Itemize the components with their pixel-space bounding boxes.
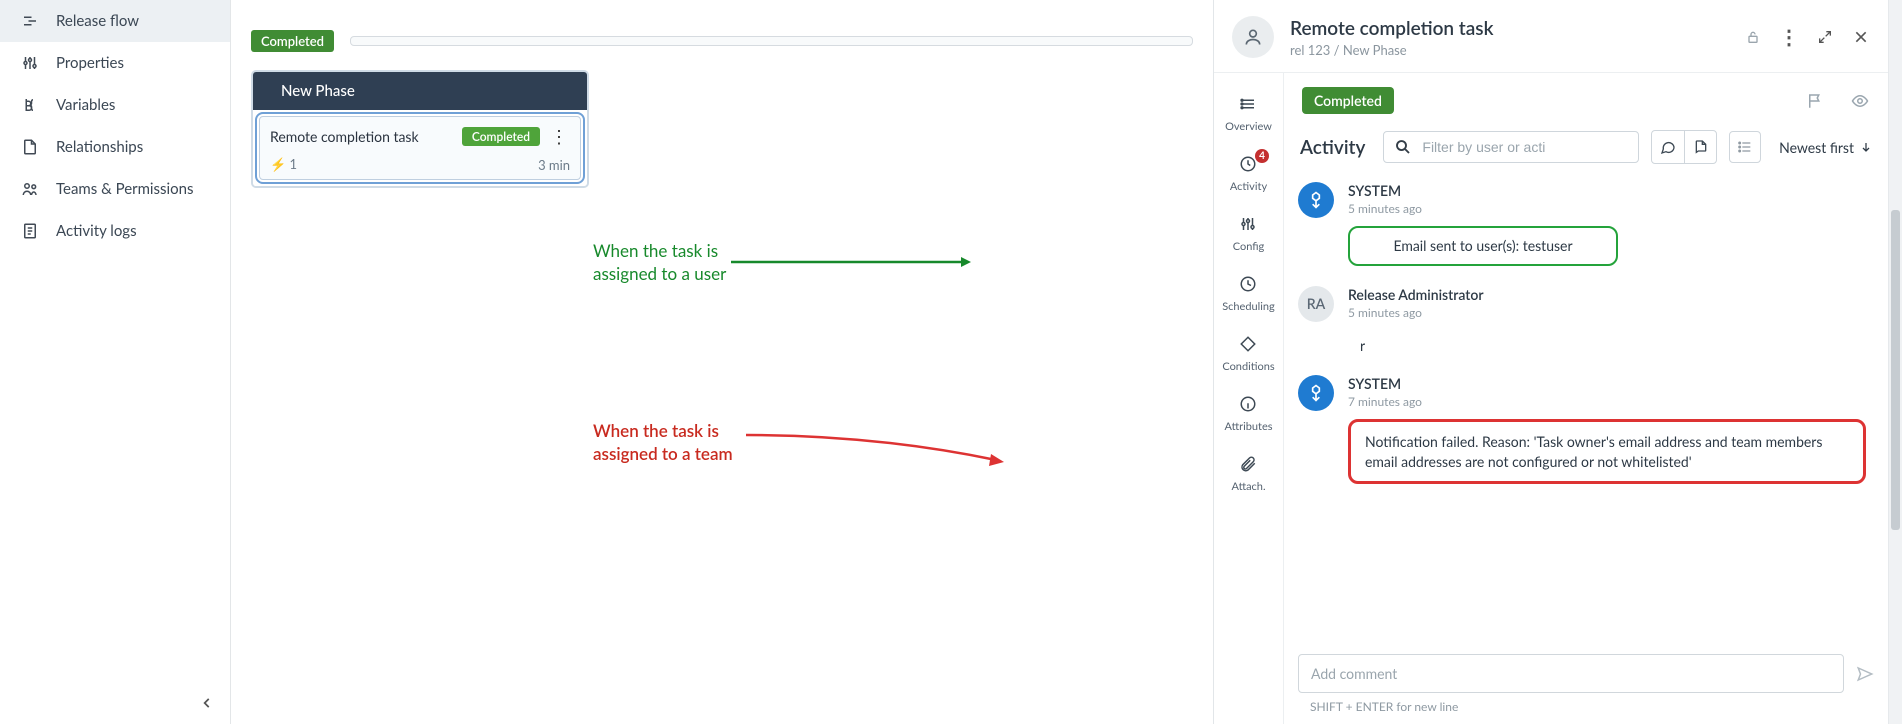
activity-item: RA Release Administrator 5 minutes ago r <box>1298 286 1866 356</box>
sidebar-item-label: Variables <box>56 96 115 114</box>
activity-item: SYSTEM 7 minutes ago Notification failed… <box>1298 375 1866 484</box>
task-card[interactable]: Remote completion task Completed ⋮ ⚡ 1 3… <box>259 116 581 180</box>
info-icon <box>1239 395 1259 415</box>
nav-attachments[interactable]: Attach. <box>1214 445 1283 505</box>
comment-input[interactable]: Add comment <box>1298 654 1844 693</box>
sidebar-collapse-toggle[interactable] <box>196 692 218 714</box>
activity-badge: 4 <box>1255 149 1269 163</box>
lock-icon[interactable] <box>1744 28 1762 46</box>
flow-icon <box>20 12 40 30</box>
activity-time: 7 minutes ago <box>1348 394 1866 409</box>
task-details-panel: Remote completion task rel 123 / New Pha… <box>1213 0 1888 724</box>
activity-user: SYSTEM <box>1348 375 1866 392</box>
arrow-down-icon <box>1860 140 1872 154</box>
overview-icon <box>1239 95 1259 115</box>
nav-scheduling[interactable]: Scheduling <box>1214 265 1283 325</box>
sliders-icon <box>20 54 40 72</box>
task-avatar <box>1232 16 1274 58</box>
eye-icon[interactable] <box>1850 92 1870 110</box>
left-sidebar: Release flow Properties Variables Relati… <box>0 0 231 724</box>
bolt-icon: ⚡ <box>270 156 286 172</box>
activity-user: SYSTEM <box>1348 182 1866 199</box>
activity-message: r <box>1348 330 1866 356</box>
sidebar-item-label: Relationships <box>56 138 143 156</box>
details-breadcrumb: rel 123 / New Phase <box>1290 42 1728 58</box>
task-menu-kebab[interactable]: ⋮ <box>548 125 570 148</box>
activity-message-error: Notification failed. Reason: 'Task owner… <box>1348 419 1866 484</box>
annotation-team-arrow <box>746 430 1006 470</box>
system-avatar <box>1298 182 1334 218</box>
annotation-user-note: When the task is assigned to a user <box>593 240 726 286</box>
nav-config[interactable]: Config <box>1214 205 1283 265</box>
task-duration: 3 min <box>538 157 570 173</box>
activity-sort[interactable]: Newest first <box>1773 139 1872 156</box>
expand-icon[interactable] <box>1816 28 1834 46</box>
activity-message-success: Email sent to user(s): testuser <box>1348 226 1618 266</box>
scrollbar-thumb[interactable] <box>1891 210 1900 530</box>
sidebar-item-teams[interactable]: Teams & Permissions <box>0 168 230 210</box>
activity-time: 5 minutes ago <box>1348 305 1866 320</box>
clock-icon <box>1239 275 1259 295</box>
release-canvas: Completed New Phase Remote completion ta… <box>231 0 1213 724</box>
activity-filter-input[interactable] <box>1422 139 1628 155</box>
activity-user: Release Administrator <box>1348 286 1866 303</box>
system-avatar <box>1298 375 1334 411</box>
details-status-pill: Completed <box>1302 87 1394 114</box>
nav-conditions[interactable]: Conditions <box>1214 325 1283 385</box>
activity-heading: Activity <box>1300 136 1365 159</box>
list-view-toggle[interactable] <box>1729 131 1761 163</box>
comment-filter-toggle[interactable] <box>1652 131 1684 163</box>
document-icon <box>20 138 40 156</box>
people-icon <box>20 180 40 198</box>
paperclip-icon <box>1239 455 1259 475</box>
task-status-pill: Completed <box>462 127 540 146</box>
sidebar-item-properties[interactable]: Properties <box>0 42 230 84</box>
activity-item: SYSTEM 5 minutes ago Email sent to user(… <box>1298 182 1866 266</box>
user-avatar: RA <box>1298 286 1334 322</box>
note-filter-toggle[interactable] <box>1684 131 1716 163</box>
sidebar-item-release-flow[interactable]: Release flow <box>0 0 230 42</box>
diamond-icon <box>1239 335 1259 355</box>
close-icon[interactable] <box>1852 28 1870 46</box>
nav-overview[interactable]: Overview <box>1214 85 1283 145</box>
comment-hint: SHIFT + ENTER for new line <box>1298 699 1874 714</box>
sidebar-item-label: Activity logs <box>56 222 137 240</box>
activity-filter[interactable] <box>1383 131 1639 163</box>
task-count: 1 <box>290 156 298 172</box>
nav-activity[interactable]: 4 Activity <box>1214 145 1283 205</box>
dollar-brace-icon <box>20 96 40 114</box>
sidebar-item-label: Properties <box>56 54 124 72</box>
phase-title: New Phase <box>253 72 587 110</box>
details-title: Remote completion task <box>1290 17 1728 40</box>
sidebar-item-activity-logs[interactable]: Activity logs <box>0 210 230 252</box>
config-icon <box>1239 215 1259 235</box>
annotation-team-note: When the task is assigned to a team <box>593 420 733 466</box>
progress-track <box>350 36 1193 46</box>
sidebar-item-relationships[interactable]: Relationships <box>0 126 230 168</box>
sidebar-item-label: Release flow <box>56 12 139 30</box>
sidebar-item-label: Teams & Permissions <box>56 180 193 198</box>
send-icon[interactable] <box>1856 665 1874 683</box>
log-icon <box>20 222 40 240</box>
annotation-user-arrow <box>731 252 971 272</box>
nav-attributes[interactable]: Attributes <box>1214 385 1283 445</box>
activity-time: 5 minutes ago <box>1348 201 1866 216</box>
flag-icon[interactable] <box>1806 92 1824 110</box>
scrollbar[interactable] <box>1888 0 1902 724</box>
search-icon <box>1394 138 1412 156</box>
activity-list[interactable]: SYSTEM 5 minutes ago Email sent to user(… <box>1298 182 1874 642</box>
release-status-pill: Completed <box>251 30 334 52</box>
more-menu-kebab[interactable]: ⋮ <box>1780 28 1798 46</box>
sidebar-item-variables[interactable]: Variables <box>0 84 230 126</box>
task-title: Remote completion task <box>270 128 419 145</box>
details-nav: Overview 4 Activity Config Scheduling <box>1214 73 1284 724</box>
phase-card: New Phase Remote completion task Complet… <box>251 70 589 188</box>
